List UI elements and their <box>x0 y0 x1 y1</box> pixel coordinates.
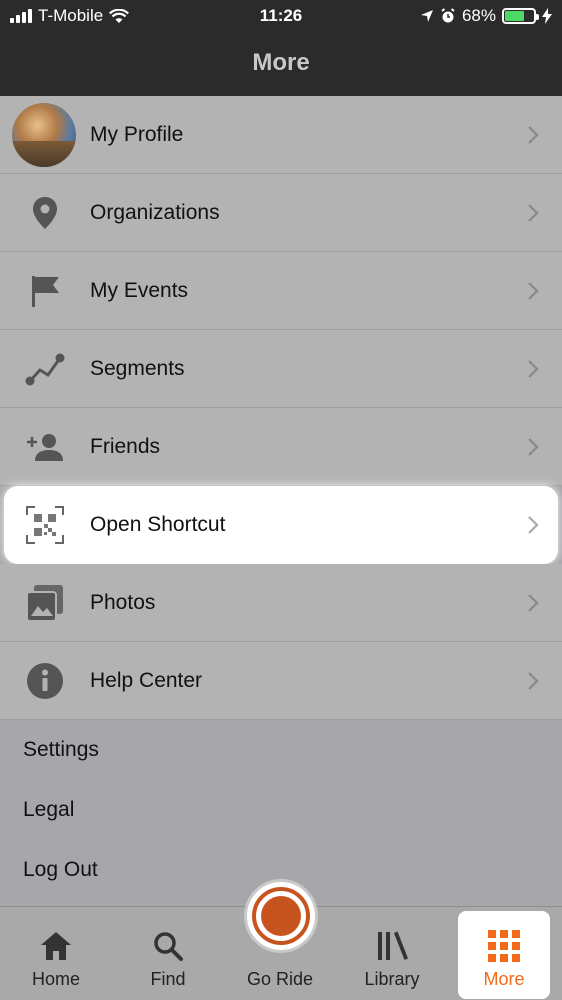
tab-more[interactable]: More <box>458 911 550 999</box>
flag-icon <box>22 268 68 314</box>
legal-link[interactable]: Legal <box>23 798 74 822</box>
tab-label: Find <box>150 969 186 989</box>
chevron-right-icon <box>528 281 539 300</box>
settings-link[interactable]: Settings <box>23 738 99 762</box>
tab-bar: Home Find Go Ride Library More <box>0 879 562 1000</box>
menu-item-organizations[interactable]: Organizations <box>0 174 562 252</box>
menu-item-label: My Profile <box>90 122 184 146</box>
avatar <box>12 103 76 167</box>
tab-label: More <box>483 969 525 989</box>
tab-go-ride[interactable]: Go Ride <box>224 879 336 1000</box>
grid-icon <box>488 930 520 962</box>
page-title: More <box>0 34 562 96</box>
battery-icon <box>502 8 539 24</box>
chevron-right-icon <box>528 125 539 144</box>
status-icons: 68% <box>420 6 552 26</box>
menu-item-open-shortcut[interactable]: Open Shortcut <box>4 486 558 564</box>
menu-item-label: Segments <box>90 356 185 380</box>
menu-item-friends[interactable]: Friends <box>0 408 562 486</box>
photos-icon <box>22 580 68 626</box>
menu-item-label: Help Center <box>90 668 203 692</box>
status-bar: T-Mobile 11:26 68% <box>0 0 562 34</box>
menu-item-label: My Events <box>90 278 189 302</box>
chevron-right-icon <box>528 359 539 378</box>
menu-item-label: Organizations <box>90 200 220 224</box>
menu-item-photos[interactable]: Photos <box>0 564 562 642</box>
tab-label: Library <box>364 969 420 989</box>
menu-item-label: Friends <box>90 434 161 458</box>
menu-item-help-center[interactable]: Help Center <box>0 642 562 720</box>
chevron-right-icon <box>528 437 539 456</box>
menu-item-label: Photos <box>90 590 156 614</box>
location-arrow-icon <box>420 10 433 22</box>
record-icon <box>244 879 318 953</box>
charging-bolt-icon <box>542 8 552 24</box>
tab-home[interactable]: Home <box>0 907 112 1000</box>
home-icon <box>41 932 71 960</box>
qr-code-icon <box>22 502 68 548</box>
menu-item-my-profile[interactable]: My Profile <box>0 96 562 174</box>
chevron-right-icon <box>528 671 539 690</box>
add-friend-icon <box>22 424 68 470</box>
alarm-icon <box>441 8 455 23</box>
chevron-right-icon <box>528 516 539 534</box>
tab-library[interactable]: Library <box>336 907 448 1000</box>
menu-item-segments[interactable]: Segments <box>0 330 562 408</box>
menu-item-label: Open Shortcut <box>90 513 226 536</box>
more-menu: My Profile Organizations My Events Segme… <box>0 96 562 720</box>
library-icon <box>378 931 408 960</box>
tab-label: Home <box>31 969 80 989</box>
battery-percent: 68% <box>461 6 496 25</box>
info-icon <box>22 658 68 704</box>
chevron-right-icon <box>528 593 539 612</box>
tab-label: Go Ride <box>246 969 314 989</box>
tab-find[interactable]: Find <box>112 907 224 1000</box>
logout-link[interactable]: Log Out <box>23 858 98 882</box>
chevron-right-icon <box>528 203 539 222</box>
segments-icon <box>22 346 68 392</box>
search-icon <box>154 932 183 961</box>
menu-item-my-events[interactable]: My Events <box>0 252 562 330</box>
location-pin-icon <box>22 190 68 236</box>
